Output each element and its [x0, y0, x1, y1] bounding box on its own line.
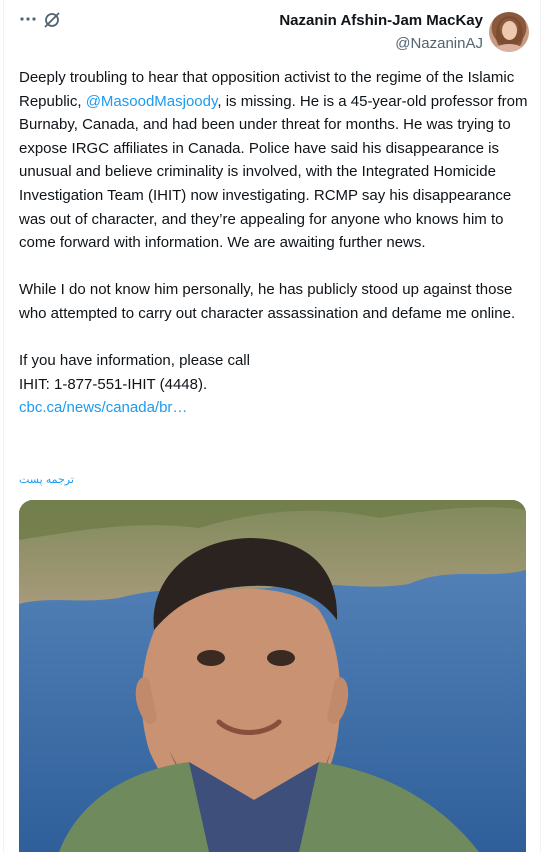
tweet-text: Deeply troubling to hear that opposition…	[19, 66, 531, 420]
text-segment: , is missing. He is a 45-year-old profes…	[19, 92, 528, 252]
more-horizontal-icon[interactable]	[19, 10, 37, 28]
photo-illustration	[19, 500, 526, 852]
mention-link[interactable]: @MasoodMasjoody	[86, 93, 218, 110]
avatar[interactable]	[489, 12, 529, 52]
paragraph-3: If you have information, please call IHI…	[19, 349, 531, 420]
tweet-photo[interactable]	[19, 500, 526, 852]
call-line: If you have information, please call	[19, 352, 250, 370]
paragraph-1: Deeply troubling to hear that opposition…	[19, 66, 531, 255]
avatar-face	[502, 21, 517, 40]
paragraph-2: While I do not know him personally, he h…	[19, 281, 516, 322]
article-link[interactable]: cbc.ca/news/canada/br…	[19, 396, 531, 420]
author-name[interactable]: Nazanin Afshin-Jam MacKay	[279, 12, 483, 29]
author-handle[interactable]: @NazaninAJ	[395, 35, 483, 52]
grok-icon[interactable]	[43, 11, 61, 29]
phone-line: IHIT: 1-877-551-IHIT (4448).	[19, 375, 208, 393]
translate-post-link[interactable]: ترجمه پست	[19, 473, 74, 486]
tweet-header: Nazanin Afshin-Jam MacKay @NazaninAJ	[0, 0, 546, 60]
